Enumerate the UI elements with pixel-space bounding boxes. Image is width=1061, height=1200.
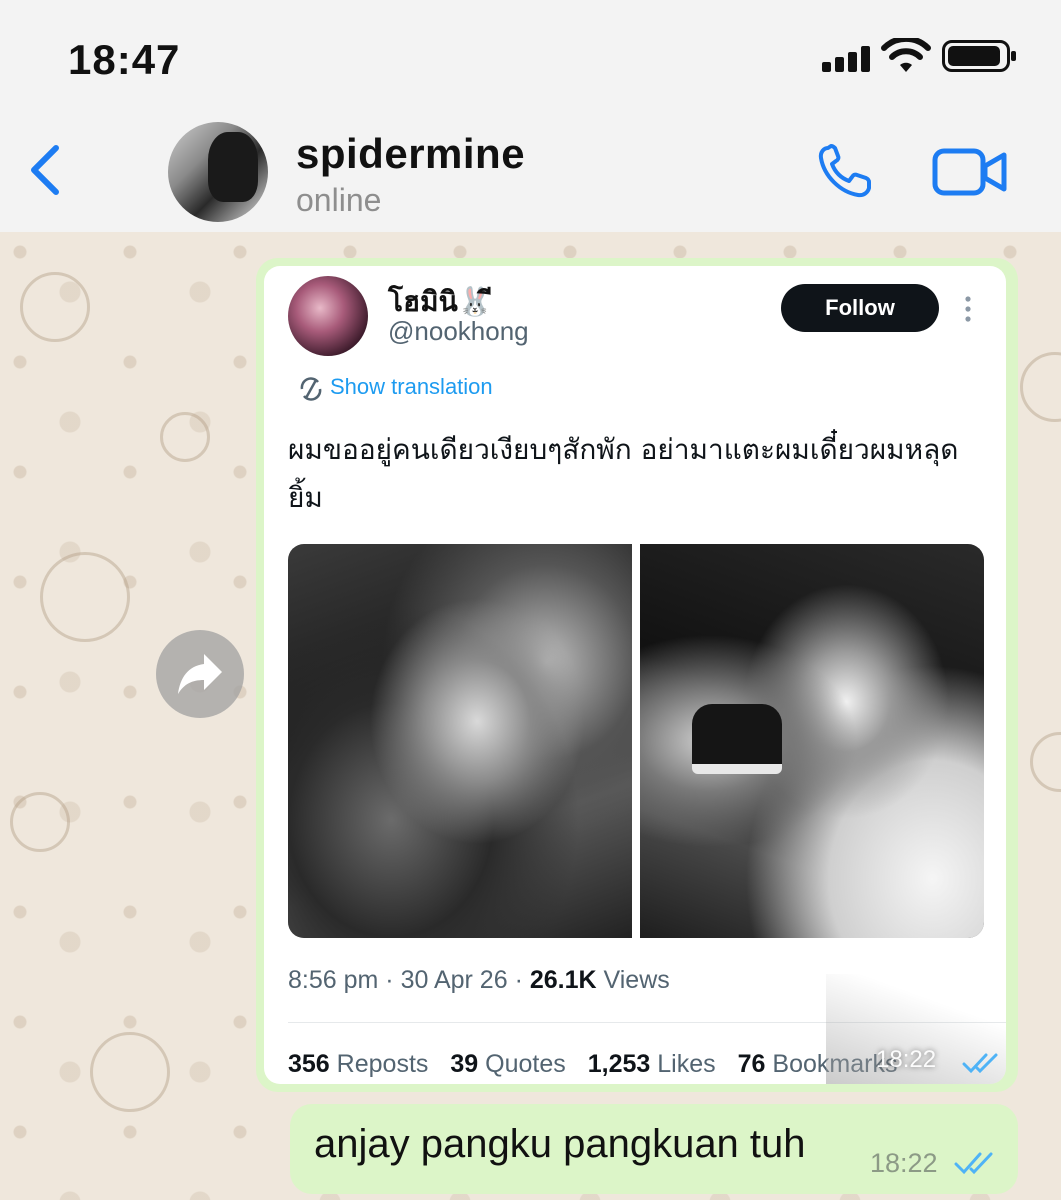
message-text: anjay pangku pangkuan tuh [314, 1122, 806, 1166]
reposts-count: 356 [288, 1050, 330, 1078]
likes-label: Likes [657, 1050, 716, 1078]
chat-header: spidermine online [0, 110, 1061, 232]
message-time: 18:22 [870, 1148, 938, 1178]
video-camera-icon[interactable] [932, 148, 1008, 196]
forward-icon [178, 654, 222, 694]
tweet-stats: 356 Reposts39 Quotes1,253 Likes76 Bookma… [288, 1050, 897, 1079]
tweet-author-handle[interactable]: @nookhong [388, 316, 529, 347]
quotes-label: Quotes [485, 1050, 566, 1078]
tweet-meta: 8:56 pm · 30 Apr 26 · 26.1K Views [288, 966, 670, 994]
wifi-icon [881, 38, 931, 72]
message-bubble-text[interactable]: anjay pangku pangkuan tuh 18:22 [290, 1104, 1018, 1194]
tweet-time: 8:56 pm [288, 966, 379, 994]
double-check-icon [962, 1053, 998, 1074]
reposts-label: Reposts [336, 1050, 429, 1078]
cake-shape [692, 704, 782, 774]
phone-icon[interactable] [814, 142, 876, 200]
message-time: 18:22 [876, 1046, 937, 1073]
likes-count: 1,253 [587, 1050, 651, 1078]
tweet-media[interactable] [288, 544, 984, 938]
forward-button[interactable] [156, 630, 244, 718]
tweet-author-avatar[interactable] [288, 276, 368, 356]
bookmarks-count: 76 [737, 1050, 766, 1078]
tweet-photo-2[interactable] [640, 544, 984, 938]
follow-button[interactable]: Follow [781, 284, 939, 332]
show-translation-link[interactable]: Show translation [330, 374, 493, 400]
tweet-date: 30 Apr 26 [400, 966, 508, 994]
status-time: 18:47 [68, 36, 181, 83]
quotes-count: 39 [450, 1050, 479, 1078]
contact-name[interactable]: spidermine [296, 130, 525, 178]
tweet-views-count: 26.1K [529, 966, 597, 994]
translate-icon [300, 377, 322, 401]
tweet-views-label: Views [603, 966, 670, 994]
message-bubble-tweet[interactable]: โฮมินิ🐰ี @nookhong Follow Show translati… [256, 258, 1018, 1092]
more-icon[interactable] [958, 294, 978, 324]
tweet-photo-1[interactable] [288, 544, 632, 938]
back-chevron-icon[interactable] [26, 142, 66, 198]
contact-status: online [296, 182, 382, 218]
double-check-icon [954, 1152, 993, 1175]
cellular-signal-icon [822, 46, 872, 72]
tweet-card[interactable]: โฮมินิ🐰ี @nookhong Follow Show translati… [264, 266, 1006, 1084]
contact-avatar[interactable] [168, 122, 268, 222]
status-bar: 18:47 [0, 0, 1061, 110]
tweet-text: ผมขออยู่คนเดียวเงียบๆสักพัก อย่ามาแตะผมเ… [288, 433, 959, 514]
battery-icon [942, 40, 1016, 72]
